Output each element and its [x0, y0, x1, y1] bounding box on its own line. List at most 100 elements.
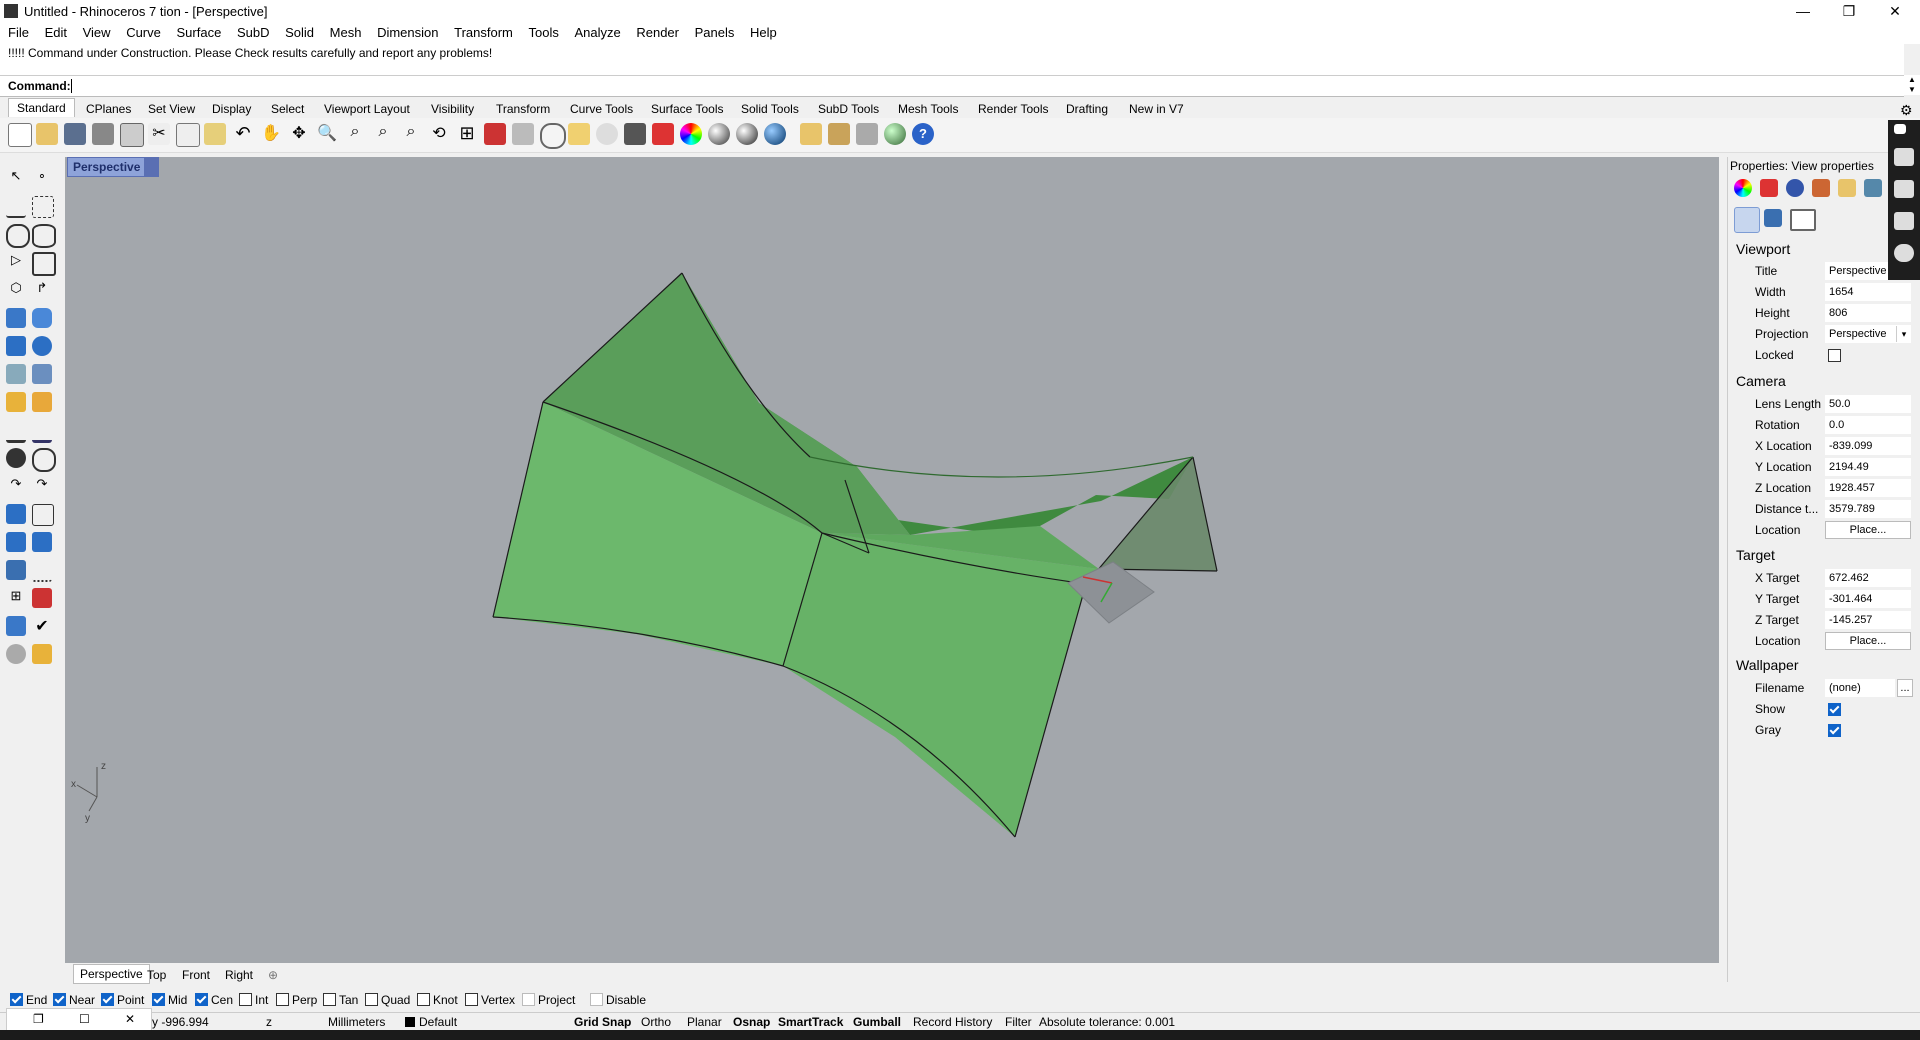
image-icon[interactable]	[1894, 212, 1914, 230]
layer-display[interactable]: Default	[405, 1015, 457, 1029]
gray-checkbox[interactable]	[1828, 724, 1841, 737]
rotate-view-icon[interactable]: ✥	[288, 123, 310, 145]
minimize-button[interactable]: —	[1780, 0, 1826, 22]
zoom-window-icon[interactable]: ⌕	[344, 123, 366, 145]
folder-panel-icon[interactable]	[1838, 179, 1856, 197]
tab-render-tools[interactable]: Render Tools	[978, 102, 1049, 116]
command-line[interactable]: Command:	[0, 75, 1904, 97]
block-icon[interactable]	[6, 560, 26, 580]
osnap-cen[interactable]: Cen	[195, 993, 233, 1007]
perspective-viewport[interactable]: z x y	[65, 157, 1719, 963]
zoom-extents-icon[interactable]: ⌕	[372, 123, 394, 145]
split-icon[interactable]	[6, 420, 26, 443]
point-icon[interactable]: ∘	[32, 168, 52, 188]
pan-hand-icon[interactable]: ✋	[260, 123, 282, 145]
vptab-right[interactable]: Right	[225, 968, 253, 982]
width-field[interactable]: 1654	[1825, 283, 1911, 301]
shaded-sphere-icon[interactable]	[708, 123, 730, 145]
units-display[interactable]: Millimeters	[328, 1015, 385, 1029]
menu-tools[interactable]: Tools	[528, 22, 558, 40]
gumball-icon[interactable]	[6, 392, 26, 412]
explode-icon[interactable]	[32, 392, 52, 412]
export-icon[interactable]	[120, 123, 144, 147]
x-target-field[interactable]: 672.462	[1825, 569, 1911, 587]
trim-icon[interactable]	[32, 420, 52, 443]
floating-mini-window[interactable]: ❐ ☐ ✕	[6, 1008, 152, 1032]
chevron-down-icon[interactable]: ▾	[1896, 326, 1911, 342]
tab-new-in-v7[interactable]: New in V7	[1129, 102, 1184, 116]
osnap-end[interactable]: End	[10, 993, 47, 1007]
locked-checkbox[interactable]	[1828, 349, 1841, 362]
four-viewports-icon[interactable]: ⊞	[456, 123, 478, 145]
check-icon[interactable]: ✔	[32, 616, 52, 636]
gear-icon[interactable]	[1894, 244, 1914, 262]
distance-field[interactable]: 3579.789	[1825, 500, 1911, 518]
osnap-mid[interactable]: Mid	[152, 993, 187, 1007]
grid-array-icon[interactable]: ⊞	[6, 588, 26, 608]
filename-field[interactable]: (none)	[1825, 679, 1895, 697]
menu-dimension[interactable]: Dimension	[377, 22, 438, 40]
camera-icon[interactable]	[1894, 148, 1914, 166]
object-color-icon[interactable]	[1734, 179, 1752, 197]
color-wheel-icon[interactable]	[680, 123, 702, 145]
tab-cplanes[interactable]: CPlanes	[86, 102, 131, 116]
vptab-perspective[interactable]: Perspective	[73, 964, 150, 984]
close-button[interactable]: ✕	[1872, 0, 1918, 22]
planar-toggle[interactable]: Planar	[687, 1015, 722, 1029]
x-location-field[interactable]: -839.099	[1825, 437, 1911, 455]
measure-icon[interactable]	[32, 560, 52, 582]
target-icon[interactable]	[540, 123, 566, 149]
camera-place-button[interactable]: Place...	[1825, 521, 1911, 539]
camera-view-icon[interactable]	[1734, 207, 1760, 233]
osnap-knot[interactable]: Knot	[417, 993, 458, 1007]
new-file-icon[interactable]	[8, 123, 32, 147]
boolean-union-icon[interactable]	[32, 336, 52, 356]
paint-icon[interactable]	[32, 644, 52, 664]
video-camera-icon[interactable]	[1894, 180, 1914, 198]
grid-snap-toggle[interactable]: Grid Snap	[574, 1015, 631, 1029]
box-icon[interactable]	[6, 336, 26, 356]
plane-icon[interactable]	[512, 123, 534, 145]
maximize-button[interactable]: ❐	[1826, 0, 1872, 22]
extrude-icon[interactable]	[6, 364, 26, 384]
tab-mesh-tools[interactable]: Mesh Tools	[898, 102, 958, 116]
menu-solid[interactable]: Solid	[285, 22, 314, 40]
lock-icon[interactable]	[624, 123, 646, 145]
settings-gears-icon[interactable]	[828, 123, 850, 145]
vptab-front[interactable]: Front	[182, 968, 210, 982]
tab-select[interactable]: Select	[271, 102, 304, 116]
tab-solid-tools[interactable]: Solid Tools	[741, 102, 799, 116]
zoom-selected-icon[interactable]: ⌕	[400, 123, 422, 145]
menu-file[interactable]: File	[8, 22, 29, 40]
osnap-point[interactable]: Point	[101, 993, 144, 1007]
menu-help[interactable]: Help	[750, 22, 777, 40]
material-icon[interactable]	[652, 123, 674, 145]
osnap-disable[interactable]: Disable	[590, 993, 646, 1007]
copy-tool-icon[interactable]	[32, 532, 52, 552]
osnap-int[interactable]: Int	[239, 993, 268, 1007]
z-target-field[interactable]: -145.257	[1825, 611, 1911, 629]
render-panel-icon[interactable]	[1786, 179, 1804, 197]
help-icon[interactable]: ?	[912, 123, 934, 145]
zoom-icon[interactable]: 🔍	[316, 123, 338, 145]
tab-viewport-layout[interactable]: Viewport Layout	[324, 102, 410, 116]
add-viewport-icon[interactable]: ⊕	[268, 968, 278, 982]
group-icon[interactable]	[32, 448, 56, 472]
mini-maximize-icon[interactable]: ☐	[79, 1012, 90, 1026]
bulb-icon[interactable]	[596, 123, 618, 145]
array-icon[interactable]	[6, 532, 26, 552]
tab-curve-tools[interactable]: Curve Tools	[570, 102, 633, 116]
offset-icon[interactable]: ↷	[32, 476, 52, 496]
viewport-canvas[interactable]: z x y	[65, 157, 1719, 963]
lens-length-field[interactable]: 50.0	[1825, 395, 1911, 413]
mini-restore-icon[interactable]: ❐	[33, 1012, 44, 1026]
filename-browse-button[interactable]: ...	[1897, 679, 1913, 697]
polyline-icon[interactable]	[6, 196, 26, 218]
fillet-curve-icon[interactable]: ↱	[32, 280, 52, 300]
mesh-plane-icon[interactable]	[32, 364, 52, 384]
material-panel-icon[interactable]	[1760, 179, 1778, 197]
menu-transform[interactable]: Transform	[454, 22, 513, 40]
tab-transform[interactable]: Transform	[496, 102, 550, 116]
select-arrow-icon[interactable]: ↖	[6, 168, 26, 188]
smarttrack-toggle[interactable]: SmartTrack	[778, 1015, 843, 1029]
